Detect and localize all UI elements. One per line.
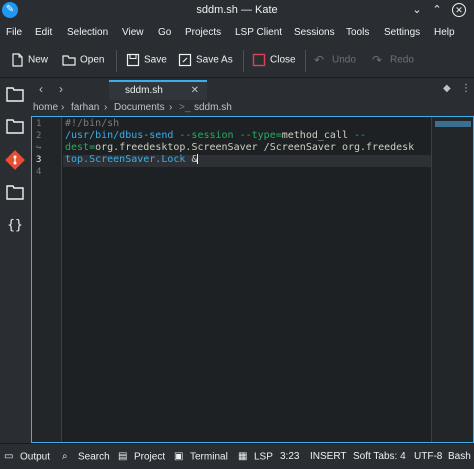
symbols-icon[interactable]: {} [5, 216, 25, 236]
toolbar-separator [116, 50, 117, 72]
overflow-menu-icon[interactable]: ⋮ [461, 83, 471, 94]
menu-projects[interactable]: Projects [185, 27, 221, 38]
search-icon: ⌕ [62, 451, 68, 462]
input-mode[interactable]: INSERT [310, 451, 347, 462]
chevron-right-icon[interactable]: › [59, 82, 63, 96]
menu-go[interactable]: Go [158, 27, 171, 38]
menu-help[interactable]: Help [434, 27, 455, 38]
menu-settings[interactable]: Settings [384, 27, 420, 38]
menu-view[interactable]: View [122, 27, 144, 38]
language-mode[interactable]: Bash [448, 451, 471, 462]
encoding-setting[interactable]: UTF-8 [414, 451, 442, 462]
minimap-viewport[interactable] [435, 121, 471, 127]
chevron-down-icon[interactable]: ⌄ [410, 3, 424, 17]
wrap-indicator-icon: ↪ [36, 143, 42, 153]
menu-bar: File Edit Selection View Go Projects LSP… [0, 22, 474, 44]
output-icon: ▭ [4, 451, 14, 462]
line-number: 1 [36, 119, 42, 129]
undo-icon: ↶ [314, 53, 325, 67]
menu-lsp-client[interactable]: LSP Client [235, 27, 282, 38]
project-icon: ▤ [118, 451, 128, 462]
editor-area[interactable]: 1 2 ↪ 3 4 #!/bin/sh /usr/bin/dbus-send -… [31, 116, 474, 443]
title-bar: ✎ sddm.sh — Kate ⌄ ⌃ ✕ [0, 0, 474, 22]
code-text-area[interactable]: #!/bin/sh /usr/bin/dbus-send --session -… [63, 117, 431, 442]
breadcrumb-separator: › [61, 102, 65, 113]
new-button[interactable]: New [10, 53, 48, 69]
menu-sessions[interactable]: Sessions [294, 27, 335, 38]
projects-icon[interactable] [5, 118, 25, 138]
terminal-file-icon: >_ [179, 102, 191, 113]
undo-button[interactable]: ↶ Undo [314, 53, 356, 69]
close-icon[interactable]: ✕ [452, 3, 466, 17]
breadcrumb-home[interactable]: home [33, 102, 58, 113]
menu-tools[interactable]: Tools [346, 27, 369, 38]
filesystem-browser-icon[interactable] [5, 184, 25, 204]
window-title: sddm.sh — Kate [196, 4, 278, 16]
code-line: /usr/bin/dbus-send --session --type=meth… [65, 130, 367, 141]
git-icon[interactable] [5, 150, 25, 170]
breadcrumb-farhan[interactable]: farhan [71, 102, 99, 113]
line-number-gutter: 1 2 ↪ 3 4 [32, 117, 62, 442]
toolbar-separator [305, 50, 306, 72]
terminal-icon: ▣ [174, 451, 184, 462]
lsp-panel-button[interactable]: ▦ LSP [238, 451, 273, 463]
save-icon [126, 53, 140, 67]
documents-icon[interactable] [5, 86, 25, 106]
text-caret [197, 154, 199, 164]
close-button[interactable]: Close [252, 53, 296, 69]
output-panel-button[interactable]: ▭ Output [4, 451, 50, 463]
split-view-icon[interactable]: ◆ [443, 83, 451, 94]
project-panel-button[interactable]: ▤ Project [118, 451, 165, 463]
breadcrumb-separator: › [169, 102, 173, 113]
tab-label: sddm.sh [125, 85, 163, 96]
indentation-setting[interactable]: Soft Tabs: 4 [353, 451, 406, 462]
breadcrumb-file[interactable]: sddm.sh [194, 102, 232, 113]
status-bar: ▭ Output ⌕ Search ▤ Project ▣ Terminal ▦ LSP … [0, 443, 474, 469]
new-document-icon [12, 53, 23, 67]
close-document-icon [252, 53, 266, 67]
line-number: 3 [36, 155, 42, 165]
toolbar-separator [243, 50, 244, 72]
tab-sddm-sh[interactable]: sddm.sh ✕ [109, 80, 207, 100]
menu-edit[interactable]: Edit [35, 27, 52, 38]
save-as-icon [178, 53, 192, 67]
tab-bar: ‹ › sddm.sh ✕ ◆ ⋮ [31, 78, 474, 100]
lsp-icon: ▦ [238, 451, 248, 462]
open-button[interactable]: Open [62, 53, 104, 69]
minimize-icon[interactable]: ⌃ [430, 3, 444, 17]
line-number: 2 [36, 131, 42, 141]
chevron-left-icon[interactable]: ‹ [39, 82, 43, 96]
code-line: top.ScreenSaver.Lock & [65, 154, 199, 165]
code-line: #!/bin/sh [65, 118, 120, 129]
search-panel-button[interactable]: ⌕ Search [62, 451, 110, 463]
save-button[interactable]: Save [126, 53, 167, 69]
folder-open-icon [62, 55, 76, 66]
menu-selection[interactable]: Selection [67, 27, 108, 38]
menu-file[interactable]: File [6, 27, 22, 38]
main-toolbar: New Open Save Save As Close ↶ Undo ↷ Redo [0, 44, 474, 78]
line-number: 4 [36, 167, 42, 177]
breadcrumb-documents[interactable]: Documents [114, 102, 165, 113]
breadcrumb: home › farhan › Documents › >_ sddm.sh [31, 100, 474, 116]
minimap[interactable] [431, 117, 473, 442]
code-line-wrapped: dest=org.freedesktop.ScreenSaver /Screen… [65, 142, 415, 153]
redo-button[interactable]: ↷ Redo [372, 53, 414, 69]
tab-close-icon[interactable]: ✕ [191, 85, 199, 96]
save-as-button[interactable]: Save As [178, 53, 233, 69]
breadcrumb-separator: › [104, 102, 108, 113]
terminal-panel-button[interactable]: ▣ Terminal [174, 451, 228, 463]
cursor-position[interactable]: 3:23 [280, 451, 299, 462]
redo-icon: ↷ [372, 53, 383, 67]
left-sidebar: {} [0, 78, 31, 443]
